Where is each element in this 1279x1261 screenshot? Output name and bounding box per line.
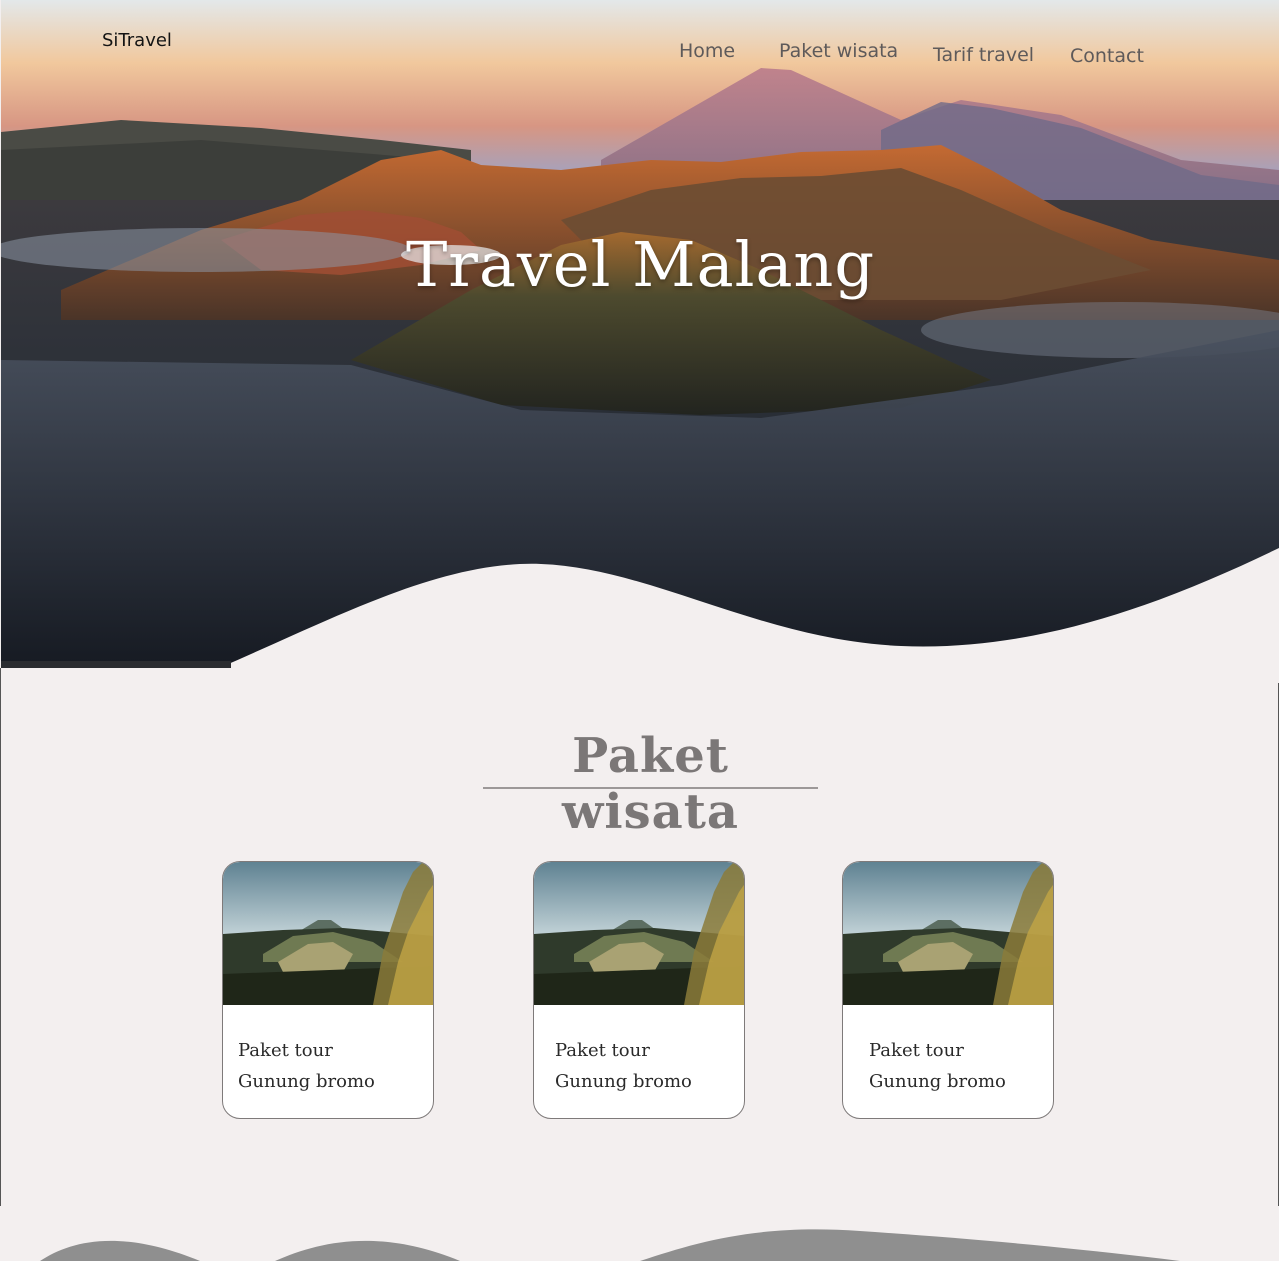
card-image: [534, 862, 744, 1005]
card-image: [223, 862, 433, 1005]
card-title: Paket tour: [555, 1040, 650, 1061]
hero-title: Travel Malang: [405, 228, 876, 301]
nav-link-tarif-travel[interactable]: Tarif travel: [933, 44, 1034, 66]
page: SiTravel Home Paket wisata Tarif travel …: [0, 0, 1279, 1261]
main-nav: Home Paket wisata Tarif travel Contact: [1, 0, 1279, 90]
card-subtitle: Gunung bromo: [555, 1071, 692, 1092]
section-title-underline: [483, 787, 818, 789]
card-title: Paket tour: [238, 1040, 333, 1061]
tour-card[interactable]: Paket tour Gunung bromo: [842, 861, 1054, 1119]
nav-link-home[interactable]: Home: [679, 40, 735, 62]
card-subtitle: Gunung bromo: [869, 1071, 1006, 1092]
card-caption: Paket tour Gunung bromo: [238, 1035, 375, 1097]
card-subtitle: Gunung bromo: [238, 1071, 375, 1092]
tour-card[interactable]: Paket tour Gunung bromo: [222, 861, 434, 1119]
section-title: Paket wisata: [562, 728, 739, 840]
card-caption: Paket tour Gunung bromo: [869, 1035, 1006, 1097]
card-image: [843, 862, 1053, 1005]
hero-banner: SiTravel Home Paket wisata Tarif travel …: [1, 0, 1279, 668]
footer-wave-decoration: [40, 1229, 1180, 1261]
tour-card[interactable]: Paket tour Gunung bromo: [533, 861, 745, 1119]
page-border-left: [0, 668, 1, 1206]
nav-link-contact[interactable]: Contact: [1070, 45, 1144, 67]
card-caption: Paket tour Gunung bromo: [555, 1035, 692, 1097]
card-title: Paket tour: [869, 1040, 964, 1061]
nav-link-paket-wisata[interactable]: Paket wisata: [779, 40, 898, 62]
hero-landscape-image: [1, 0, 1279, 668]
